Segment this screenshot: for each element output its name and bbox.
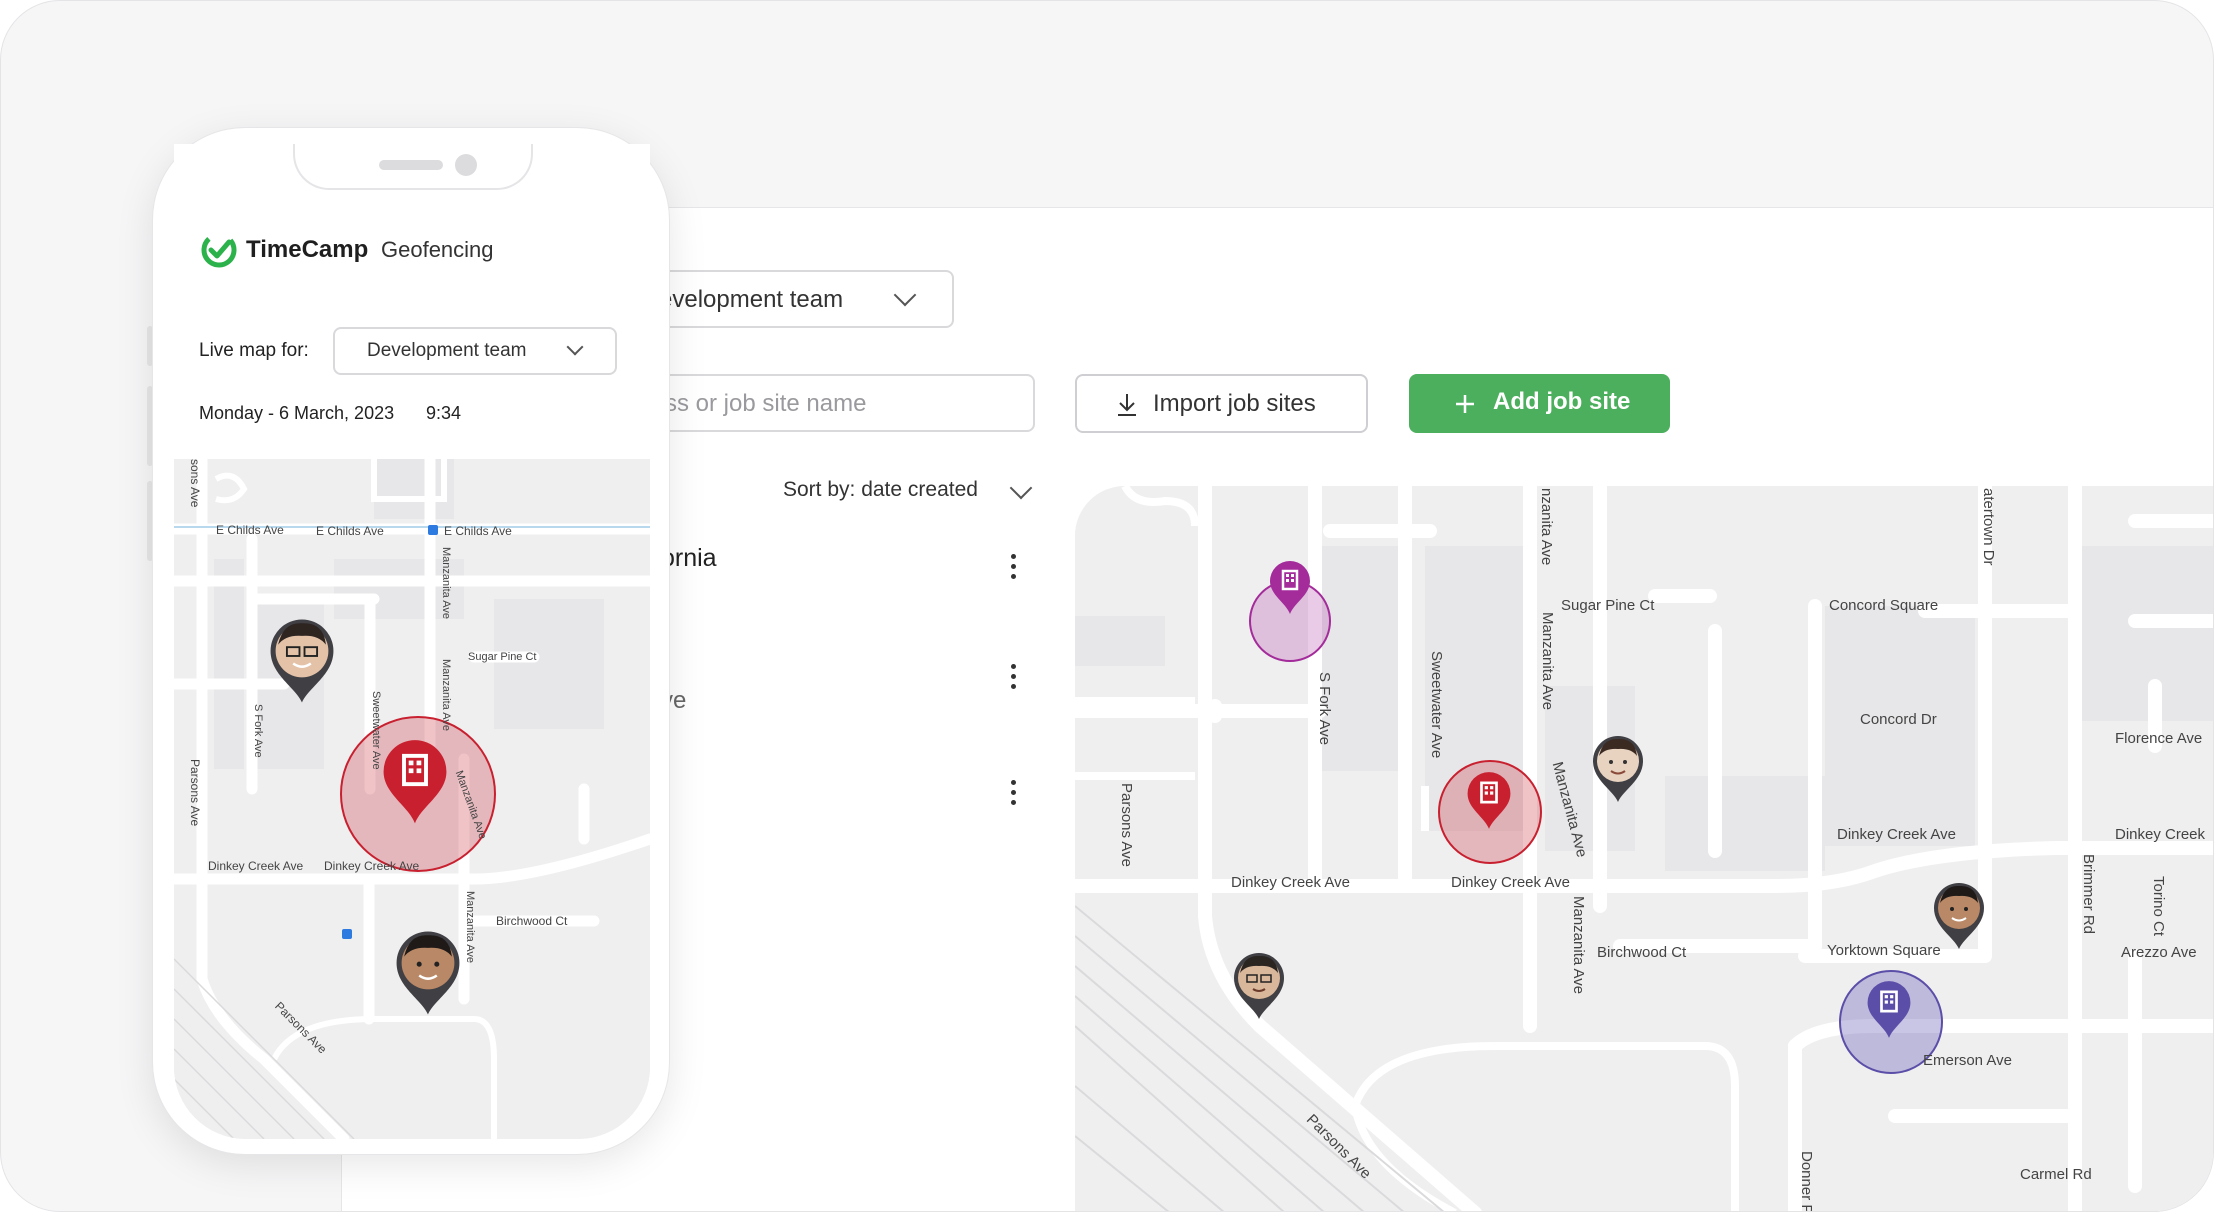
street-label: Manzanita Ave [464,891,476,963]
plus-icon [1456,395,1474,413]
window-frame: evelopment team Import job sites Add job… [0,0,2214,1212]
timecamp-logo-icon [201,232,237,268]
building-pin-icon[interactable] [380,737,450,825]
street-label: atertown Dr [1980,488,1997,566]
street-label: Sweetwater Ave [370,691,382,770]
street-label: sons Ave [188,459,202,508]
job-sites-map[interactable]: Sugar Pine Ct Concord Square Concord Dr … [1075,486,2213,1212]
street-label: Dinkey Creek Ave [208,859,304,873]
street-label: Manzanita Ave [1570,896,1587,995]
user-avatar-pin[interactable] [1932,881,1986,951]
street-label: Sugar Pine Ct [1561,597,1655,614]
chevron-down-icon [566,338,584,356]
team-dropdown-label: Development team [367,340,527,361]
team-dropdown-mobile[interactable]: Development team [333,327,617,375]
add-job-site-button[interactable]: Add job site [1409,374,1670,433]
speaker-grille [379,160,443,170]
street-label: Sugar Pine Ct [468,651,537,663]
street-label: E Childs Ave [444,524,512,538]
street-label: E Childs Ave [316,524,384,538]
date-text: Monday - 6 March, 2023 [199,403,395,423]
user-avatar-pin[interactable] [394,929,462,1017]
sort-dropdown[interactable]: Sort by: date created [783,476,1033,502]
street-label: Emerson Ave [1923,1052,2012,1069]
street-label: Dinkey Creek [2115,826,2206,843]
street-label: Dinkey Creek Ave [1451,874,1570,891]
live-map-label: Live map for: [199,340,309,361]
phone-notch [293,144,533,190]
more-options-icon[interactable] [1011,554,1017,584]
street-label: Birchwood Ct [1597,944,1687,961]
job-site-name: ornia [661,544,717,572]
street-label: S Fork Ave [1316,672,1333,746]
time-text: 9:34 [426,403,462,423]
street-label: Sweetwater Ave [1428,651,1445,759]
street-label: Carmel Rd [2020,1166,2092,1183]
street-label: Donner P [1798,1151,1815,1212]
team-dropdown-label: evelopment team [659,286,844,313]
import-job-sites-button[interactable]: Import job sites [1075,374,1368,433]
street-label: Concord Dr [1860,711,1937,728]
street-label: Dinkey Creek Ave [1231,874,1350,891]
street-label: S Fork Ave [252,704,264,758]
chevron-down-icon [893,283,917,307]
street-label: Florence Ave [2115,730,2203,747]
street-label: Arezzo Ave [2121,944,2197,961]
user-avatar-pin[interactable] [1232,951,1286,1021]
sort-label: Sort by: date created [783,478,978,501]
street-label: Torino Ct [2150,876,2167,937]
street-label: Parsons Ave [1118,783,1135,867]
building-pin-icon[interactable] [1268,559,1312,615]
live-map[interactable]: E Childs Ave E Childs Ave E Childs Ave s… [174,459,650,1139]
search-input[interactable] [663,388,1017,420]
street-label: Manzanita Ave [440,659,452,731]
street-label: nzanita Ave [1538,488,1555,566]
more-options-icon[interactable] [1011,780,1017,810]
download-icon [1118,394,1136,416]
brand-subtitle: Geofencing [381,237,494,262]
building-pin-icon[interactable] [1465,770,1513,830]
add-button-label: Add job site [1493,388,1631,415]
street-label: Concord Square [1829,597,1939,614]
street-label: Birchwood Ct [496,914,568,928]
desktop-map-roads [1075,486,2213,1211]
street-label: E Childs Ave [216,523,284,537]
import-button-label: Import job sites [1153,390,1316,417]
brand-name: TimeCamp [246,236,369,263]
street-label: Yorktown Square [1827,942,1941,959]
more-options-icon[interactable] [1011,664,1017,694]
street-label: Manzanita Ave [1539,612,1556,711]
street-label: Manzanita Ave [440,547,452,619]
street-label: Dinkey Creek Ave [1837,826,1956,843]
street-label: Dinkey Creek Ave [324,859,420,873]
building-pin-icon[interactable] [1865,979,1913,1039]
user-avatar-pin[interactable] [1591,734,1645,804]
street-label: Brimmer Rd [2080,854,2097,935]
user-avatar-pin[interactable] [268,617,336,705]
camera-icon [455,154,477,176]
street-label: Parsons Ave [188,759,202,827]
